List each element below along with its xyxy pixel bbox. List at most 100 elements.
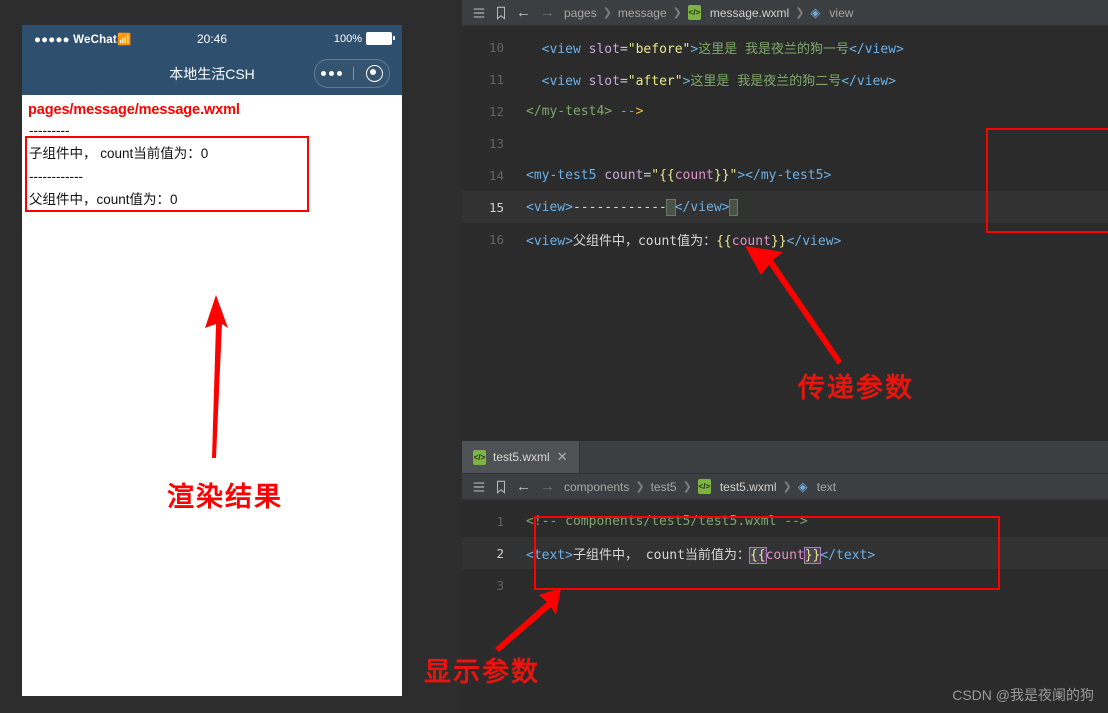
breadcrumb-symbol-view[interactable]: view bbox=[829, 6, 853, 20]
code-token: count bbox=[765, 547, 805, 563]
annotation-show-params: 显示参数 bbox=[424, 657, 540, 687]
target-circle-icon[interactable] bbox=[366, 65, 384, 82]
code-token: "after" bbox=[627, 73, 683, 89]
code-token: " bbox=[651, 167, 660, 183]
code-token: }} bbox=[713, 167, 730, 183]
code-line-12[interactable]: 12 </my-test4> --> bbox=[462, 95, 1108, 127]
code-token: -- bbox=[619, 103, 636, 119]
tab-test5-wxml[interactable]: </> test5.wxml ✕ bbox=[462, 441, 580, 473]
code-token: slot bbox=[580, 73, 620, 89]
cube-icon: ◈ bbox=[810, 4, 821, 20]
hamburger-menu-icon[interactable] bbox=[472, 480, 486, 494]
more-dots-icon[interactable] bbox=[320, 71, 342, 76]
breadcrumb-separator: ❯ bbox=[672, 7, 682, 19]
hamburger-menu-icon[interactable] bbox=[472, 6, 486, 20]
close-icon[interactable]: ✕ bbox=[557, 449, 568, 465]
code-token: <view bbox=[541, 73, 581, 89]
wxml-file-icon: </> bbox=[473, 449, 486, 465]
render-result-arrow bbox=[205, 295, 228, 458]
code-token: <view bbox=[541, 41, 581, 57]
page-path-label: pages/message/message.wxml bbox=[28, 102, 240, 118]
breadcrumb-separator: ❯ bbox=[795, 7, 805, 19]
bookmark-icon[interactable] bbox=[495, 6, 507, 20]
code-line-3[interactable]: 3 bbox=[462, 569, 1108, 601]
breadcrumb-file-test5-wxml[interactable]: test5.wxml bbox=[720, 480, 777, 494]
code-token: <text> bbox=[526, 547, 573, 563]
annotation-render-result: 渲染结果 bbox=[167, 482, 283, 512]
code-line-10[interactable]: 10 <view slot="before">这里是 我是夜兰的狗一号</vie… bbox=[462, 31, 1108, 63]
render-line-2: ------------ bbox=[29, 168, 83, 184]
render-line-1: 子组件中， count当前值为：0 bbox=[29, 145, 209, 161]
breadcrumb-item-message[interactable]: message bbox=[618, 6, 667, 20]
arrow-left-icon[interactable]: ← bbox=[516, 478, 531, 495]
breadcrumb-symbol-text[interactable]: text bbox=[817, 480, 836, 494]
line-number: 11 bbox=[488, 71, 504, 87]
arrow-left-icon[interactable]: ← bbox=[516, 4, 531, 21]
code-token: ------------ bbox=[572, 199, 667, 215]
breadcrumb-separator: ❯ bbox=[782, 481, 792, 493]
bookmark-icon[interactable] bbox=[495, 480, 507, 494]
wechat-capsule-button[interactable] bbox=[314, 59, 390, 88]
editor-top-pane: ← → pages ❯ message ❯ </> message.wxml ❯… bbox=[462, 0, 1108, 441]
annotation-pass-params: 传递参数 bbox=[798, 373, 914, 403]
csdn-watermark: CSDN @我是夜阑的狗 bbox=[952, 687, 1094, 703]
code-token: 父组件中，count值为： bbox=[572, 233, 717, 249]
code-text: <view slot="before">这里是 我是夜兰的狗一号</view> bbox=[515, 38, 904, 57]
breadcrumb-top: ← → pages ❯ message ❯ </> message.wxml ❯… bbox=[462, 0, 1108, 26]
code-line-1[interactable]: 1 <!-- components/test5/test5.wxml --> bbox=[462, 505, 1108, 537]
arrow-right-icon[interactable]: → bbox=[540, 478, 555, 495]
code-token: = bbox=[619, 41, 628, 57]
phone-status-bar: ●●●●● WeChat📶 20:46 100% bbox=[22, 25, 402, 52]
code-editor-top[interactable]: 10 <view slot="before">这里是 我是夜兰的狗一号</vie… bbox=[462, 26, 1108, 255]
code-line-14[interactable]: 14 <my-test5 count="{{count}}"></my-test5… bbox=[462, 159, 1108, 191]
line-number: 13 bbox=[488, 135, 504, 151]
code-token: {{ bbox=[659, 167, 675, 183]
code-token: </view> bbox=[786, 233, 842, 249]
line-number: 12 bbox=[488, 103, 504, 119]
line-number: 3 bbox=[496, 577, 504, 593]
code-token: 这里是 我是夜兰的狗二号 bbox=[690, 73, 842, 89]
render-line-3: 父组件中，count值为：0 bbox=[29, 191, 178, 207]
code-line-15[interactable]: 15 <view>------------ </view> bbox=[462, 191, 1108, 223]
code-token: ></my-test5> bbox=[737, 167, 832, 183]
breadcrumb-bottom: ← → components ❯ test5 ❯ </> test5.wxml … bbox=[462, 474, 1108, 500]
code-token: count bbox=[596, 167, 644, 183]
code-line-13[interactable]: 13 bbox=[462, 127, 1108, 159]
breadcrumb-item-test5[interactable]: test5 bbox=[651, 480, 677, 494]
breadcrumb-item-pages[interactable]: pages bbox=[564, 6, 597, 20]
code-token: {{ bbox=[748, 546, 767, 564]
code-editor-bottom[interactable]: 1 <!-- components/test5/test5.wxml --> 2 <t… bbox=[462, 500, 1108, 601]
breadcrumb-separator: ❯ bbox=[682, 481, 692, 493]
code-token: > bbox=[635, 103, 644, 119]
code-line-16[interactable]: 16 <view>父组件中，count值为：{{count}}</view> bbox=[462, 223, 1108, 255]
code-token: 子组件中， count当前值为： bbox=[572, 547, 750, 563]
capsule-divider bbox=[353, 67, 355, 80]
battery-icon bbox=[366, 32, 395, 45]
code-token: </view> bbox=[841, 73, 897, 89]
battery-percent-label: 100% bbox=[333, 32, 362, 45]
code-text: <!-- components/test5/test5.wxml --> bbox=[515, 514, 808, 529]
wxml-file-icon: </> bbox=[687, 5, 701, 20]
arrow-right-icon[interactable]: → bbox=[540, 4, 555, 21]
code-line-11[interactable]: 11 <view slot="after">这里是 我是夜兰的狗二号</view… bbox=[462, 63, 1108, 95]
code-token: }} bbox=[770, 233, 787, 249]
editor-tabstrip: </> test5.wxml ✕ bbox=[462, 441, 1108, 474]
code-text: <view>------------ </view> bbox=[515, 198, 739, 216]
nav-title: 本地生活CSH bbox=[169, 65, 255, 82]
code-token: {{ bbox=[716, 233, 732, 249]
breadcrumb-item-components[interactable]: components bbox=[564, 480, 629, 494]
code-token: </text> bbox=[820, 547, 876, 563]
line-number: 16 bbox=[488, 231, 504, 247]
breadcrumb-file-message-wxml[interactable]: message.wxml bbox=[710, 6, 789, 20]
code-token: </view> bbox=[849, 41, 904, 57]
page-content: pages/message/message.wxml --------- 子组件… bbox=[22, 95, 402, 696]
code-token: count bbox=[731, 233, 771, 249]
caret-marker bbox=[728, 198, 739, 216]
code-text: <my-test5 count="{{count}}"></my-test5> bbox=[515, 168, 831, 183]
phone-preview-frame: ●●●●● WeChat📶 20:46 100% 本地生活CSH pages/m… bbox=[22, 25, 402, 696]
editor-bottom-pane: </> test5.wxml ✕ ← → components ❯ test5 … bbox=[462, 441, 1108, 713]
editor-area: ← → pages ❯ message ❯ </> message.wxml ❯… bbox=[424, 0, 1108, 713]
code-line-2[interactable]: 2 <text>子组件中， count当前值为：{{count}}</text> bbox=[462, 537, 1108, 569]
simulator-panel: ●●●●● WeChat📶 20:46 100% 本地生活CSH pages/m… bbox=[0, 0, 462, 713]
